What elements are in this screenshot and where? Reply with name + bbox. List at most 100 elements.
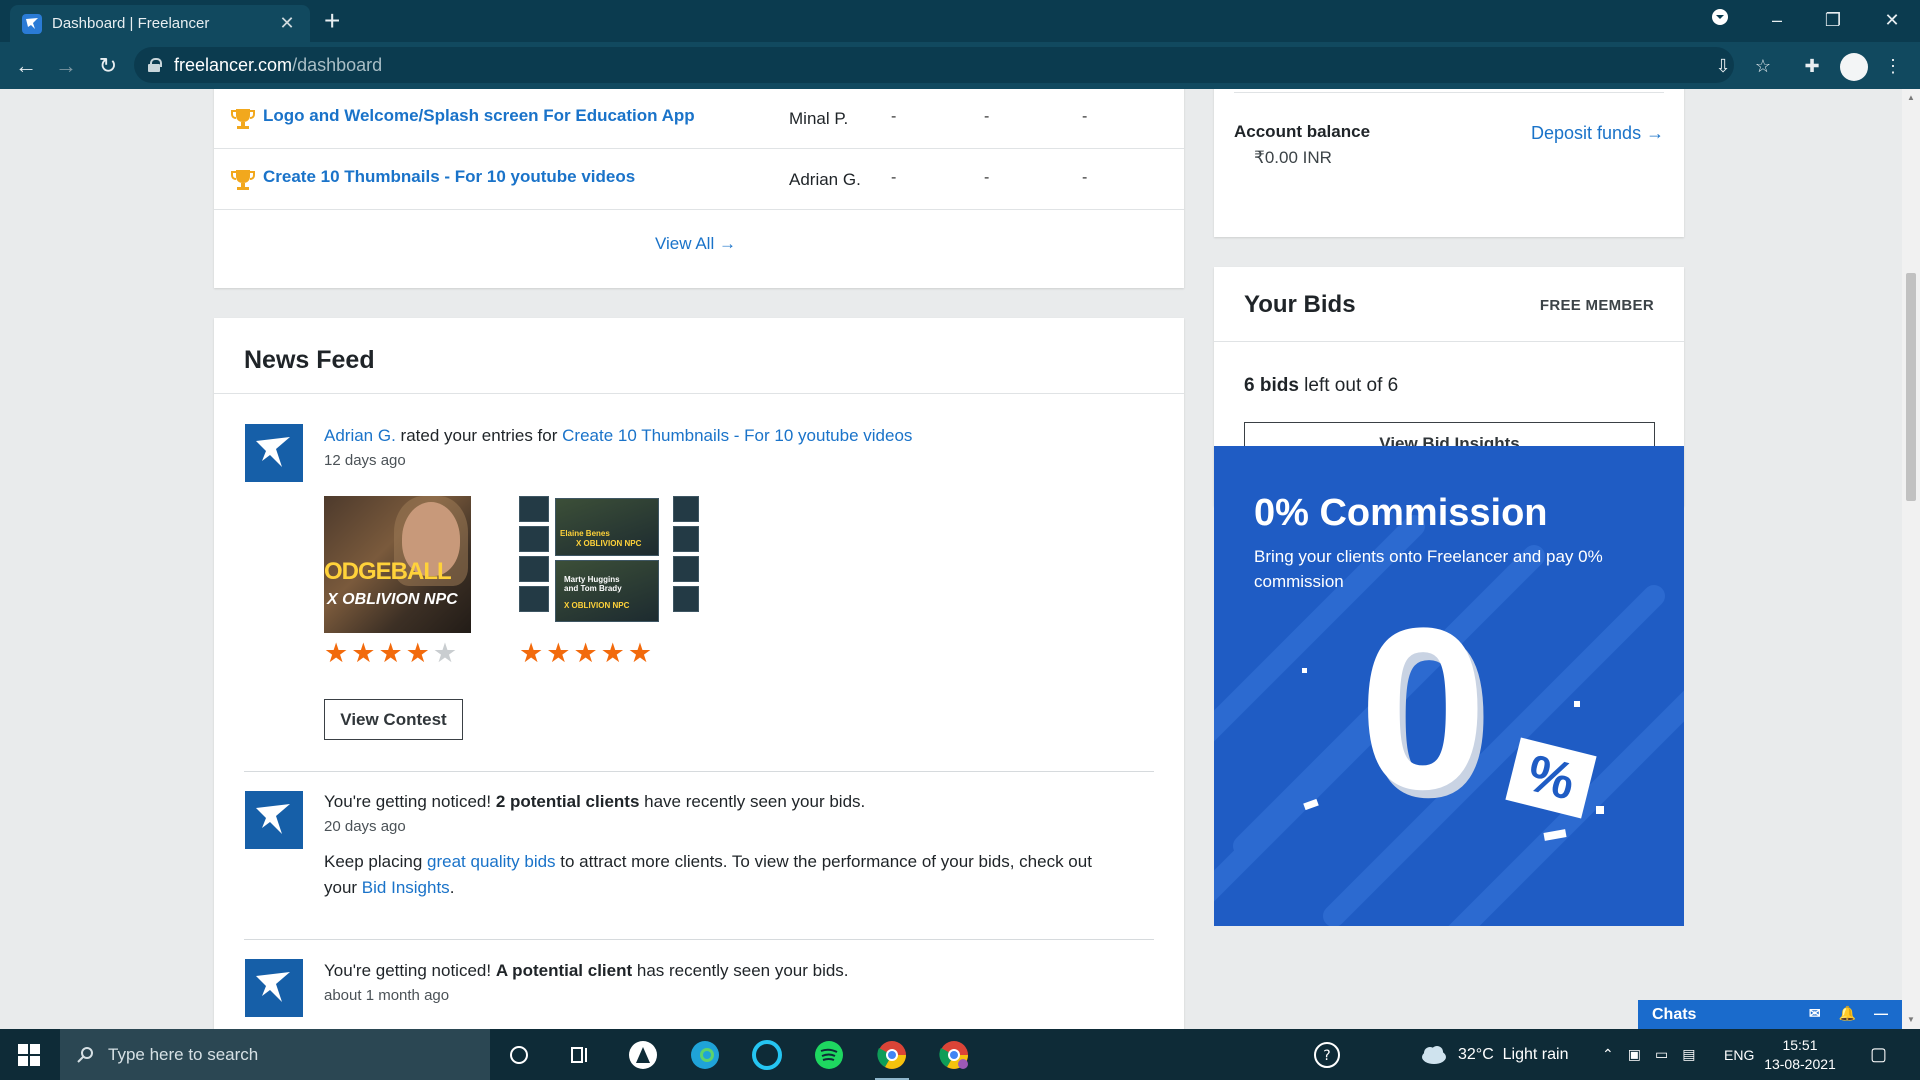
extensions-icon[interactable]: ✚ — [1799, 53, 1825, 79]
user-link[interactable]: Adrian G. — [324, 426, 396, 445]
restore-icon[interactable]: ❐ — [1813, 6, 1853, 34]
contest-col-value: - — [891, 108, 897, 125]
entry-thumbnail[interactable]: ODGEBALL X OBLIVION NPC — [324, 496, 471, 633]
deposit-funds-link[interactable]: Deposit funds → — [1531, 123, 1664, 144]
view-all-link[interactable]: View All → — [655, 234, 736, 254]
help-icon[interactable]: ? — [1308, 1036, 1346, 1074]
contest-title-link[interactable]: Logo and Welcome/Splash screen For Educa… — [263, 106, 695, 126]
feed-item-text: You're getting noticed! 2 potential clie… — [324, 792, 865, 812]
contest-col-value: - — [984, 169, 990, 186]
close-window-icon[interactable]: ✕ — [1872, 6, 1912, 34]
profile-menu-icon[interactable] — [1700, 6, 1740, 34]
chrome-profile-icon[interactable] — [935, 1036, 973, 1074]
account-balance-label: Account balance — [1234, 122, 1371, 141]
language-indicator[interactable]: ENG — [1724, 1029, 1754, 1080]
contests-card: Logo and Welcome/Splash screen For Educa… — [214, 89, 1184, 288]
back-icon[interactable]: ← — [10, 50, 42, 82]
minimize-icon[interactable]: – — [1757, 6, 1797, 34]
lock-icon — [148, 58, 162, 72]
cortana-icon[interactable] — [500, 1036, 538, 1074]
freelancer-logo-icon — [245, 424, 303, 482]
thumbnail-tile: Marty Huggins and Tom Brady X OBLIVION N… — [555, 560, 659, 622]
taskbar-search-input[interactable]: Type here to search — [60, 1029, 490, 1080]
browser-toolbar: ← → ↻ freelancer.com/dashboard ⇩ ☆ ✚ ⋮ — [0, 42, 1920, 89]
feed-text-bold: 2 potential clients — [495, 792, 640, 811]
new-tab-icon[interactable]: + — [324, 6, 340, 36]
bids-count-rest: left out of 6 — [1298, 375, 1399, 396]
star-icon: ★ — [324, 638, 349, 668]
profile-avatar[interactable] — [1840, 53, 1868, 81]
device-icon[interactable]: ▣ — [1628, 1046, 1641, 1063]
bid-insights-link[interactable]: Bid Insights — [362, 878, 450, 897]
windows-start-icon[interactable] — [18, 1044, 40, 1066]
scroll-down-arrow-icon[interactable]: ▼ — [1906, 1015, 1916, 1025]
entry-thumbnail[interactable]: Elaine Benes X OBLIVION NPC Marty Huggin… — [519, 496, 699, 622]
chrome-icon[interactable] — [873, 1036, 911, 1080]
scrollbar-thumb[interactable] — [1906, 273, 1916, 501]
contest-col-value: - — [891, 169, 897, 186]
star-icon: ★ — [405, 638, 430, 668]
url-path: /dashboard — [292, 54, 383, 75]
thumbnail-text: X OBLIVION NPC — [327, 591, 458, 608]
scroll-up-arrow-icon[interactable]: ▲ — [1906, 93, 1916, 103]
star-icon: ★ — [351, 638, 376, 668]
bookmark-star-icon[interactable]: ☆ — [1750, 53, 1776, 79]
edge-browser-icon[interactable] — [686, 1036, 724, 1074]
forward-icon[interactable]: → — [50, 50, 82, 82]
spotify-icon[interactable] — [810, 1036, 848, 1074]
freelancer-logo-icon — [245, 791, 303, 849]
divider — [1214, 341, 1684, 342]
thumbnail-tile — [673, 496, 699, 522]
inbox-icon[interactable]: ✉ — [1809, 1005, 1821, 1022]
tab-close-icon[interactable]: ✕ — [276, 13, 298, 34]
star-rating: ★ ★ ★ ★ ★ — [324, 640, 457, 667]
table-row[interactable]: Logo and Welcome/Splash screen For Educa… — [214, 89, 1184, 149]
install-app-icon[interactable]: ⇩ — [1710, 53, 1736, 79]
star-icon: ★ — [600, 638, 625, 668]
star-icon: ★ — [573, 638, 598, 668]
view-contest-button[interactable]: View Contest — [324, 699, 463, 740]
address-bar[interactable]: freelancer.com/dashboard — [134, 47, 1734, 83]
commission-promo-banner[interactable]: 0% Commission Bring your clients onto Fr… — [1214, 446, 1684, 926]
feed-text: has recently seen your bids. — [632, 961, 849, 980]
contest-link[interactable]: Create 10 Thumbnails - For 10 youtube vi… — [562, 426, 912, 445]
page-scrollbar[interactable]: ▲ ▼ — [1902, 89, 1920, 1029]
browser-tab[interactable]: Dashboard | Freelancer ✕ — [10, 5, 310, 42]
trophy-icon — [231, 109, 255, 129]
chats-bar[interactable]: Chats ✉ 🔔 — — [1638, 1000, 1902, 1029]
notification-bell-icon[interactable]: 🔔 — [1839, 1005, 1856, 1022]
feed-text: Keep placing — [324, 852, 428, 871]
task-view-icon[interactable] — [561, 1036, 599, 1074]
contest-col-value: - — [1082, 169, 1088, 186]
divider — [1234, 92, 1664, 93]
weather-widget[interactable]: 32°C Light rain — [1420, 1029, 1568, 1080]
notification-center-icon[interactable]: ▢ — [1870, 1029, 1887, 1080]
great-quality-bids-link[interactable]: great quality bids — [427, 852, 556, 871]
app-icon-generic[interactable] — [624, 1036, 662, 1074]
promo-title: 0% Commission — [1254, 492, 1548, 534]
contest-title-link[interactable]: Create 10 Thumbnails - For 10 youtube vi… — [263, 167, 635, 187]
alexa-icon[interactable] — [748, 1036, 786, 1074]
feed-text: You're getting noticed! — [324, 961, 496, 980]
table-row[interactable]: Create 10 Thumbnails - For 10 youtube vi… — [214, 149, 1184, 210]
account-balance-value: ₹0.00 INR — [1254, 148, 1332, 167]
taskbar-clock[interactable]: 15:51 13-08-2021 — [1760, 1036, 1840, 1074]
news-feed-title: News Feed — [244, 346, 375, 374]
feed-text: You're getting noticed! — [324, 792, 496, 811]
minimize-chat-icon[interactable]: — — [1874, 1005, 1888, 1022]
thumbnail-tile — [673, 586, 699, 612]
reload-icon[interactable]: ↻ — [92, 50, 124, 82]
battery-icon[interactable]: ▭ — [1655, 1046, 1668, 1063]
feed-timestamp: 12 days ago — [324, 452, 406, 469]
network-icon[interactable]: ▤ — [1682, 1046, 1695, 1063]
thumbnail-tile — [519, 496, 549, 522]
svg-text:?: ? — [1323, 1048, 1330, 1064]
search-icon — [77, 1046, 93, 1063]
bids-remaining: 6 bids left out of 6 — [1244, 375, 1398, 397]
chrome-menu-icon[interactable]: ⋮ — [1880, 53, 1906, 79]
thumbnail-tile — [519, 526, 549, 552]
news-feed-card: News Feed Adrian G. rated your entries f… — [214, 318, 1184, 1029]
chevron-up-icon[interactable]: ⌃ — [1602, 1046, 1614, 1063]
feed-item-body: Keep placing great quality bids to attra… — [324, 852, 1092, 872]
search-placeholder: Type here to search — [108, 1044, 259, 1064]
